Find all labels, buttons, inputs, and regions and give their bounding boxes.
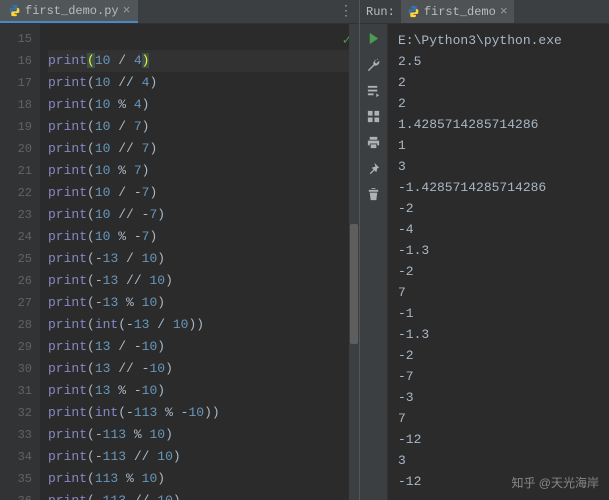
console-line: 1 bbox=[398, 135, 599, 156]
python-file-icon bbox=[407, 5, 420, 18]
layout-icon[interactable] bbox=[366, 108, 382, 124]
console-line: -1 bbox=[398, 303, 599, 324]
console-line: 7 bbox=[398, 408, 599, 429]
code-line[interactable]: print(-113 // 10) bbox=[48, 490, 351, 500]
pin-icon[interactable] bbox=[366, 160, 382, 176]
tab-file-name: first_demo.py bbox=[25, 4, 119, 18]
step-icon[interactable] bbox=[366, 82, 382, 98]
close-icon[interactable]: × bbox=[123, 3, 131, 18]
code-line[interactable]: print(10 // 4) bbox=[48, 72, 351, 94]
editor-panel: first_demo.py × ⋮ 1516171819202122232425… bbox=[0, 0, 360, 500]
console-line: 2.5 bbox=[398, 51, 599, 72]
line-gutter: 1516171819202122232425262728293031323334… bbox=[0, 24, 40, 500]
scrollbar-thumb[interactable] bbox=[350, 224, 358, 344]
console-line: 2 bbox=[398, 72, 599, 93]
console-line: -2 bbox=[398, 261, 599, 282]
close-icon[interactable]: × bbox=[500, 4, 508, 19]
code-line[interactable]: print(-13 % 10) bbox=[48, 292, 351, 314]
editor-scrollbar[interactable] bbox=[349, 24, 359, 500]
code-line[interactable]: print(10 / -7) bbox=[48, 182, 351, 204]
console-line: 3 bbox=[398, 156, 599, 177]
editor-tab-bar: first_demo.py × ⋮ bbox=[0, 0, 359, 24]
code-line[interactable]: print(13 % -10) bbox=[48, 380, 351, 402]
console-line: -4 bbox=[398, 219, 599, 240]
console-line: -2 bbox=[398, 198, 599, 219]
run-header: Run: first_demo × bbox=[360, 0, 609, 24]
console-output[interactable]: E:\Python3\python.exe2.5221.428571428571… bbox=[388, 24, 609, 500]
code-line[interactable]: print(int(-113 % -10)) bbox=[48, 402, 351, 424]
run-label: Run: bbox=[366, 5, 395, 19]
console-line: E:\Python3\python.exe bbox=[398, 30, 599, 51]
watermark: 知乎 @天光海岸 bbox=[511, 473, 599, 494]
tab-overflow-icon[interactable]: ⋮ bbox=[333, 3, 359, 20]
run-config-tab[interactable]: first_demo × bbox=[401, 0, 514, 23]
editor-tab[interactable]: first_demo.py × bbox=[0, 0, 138, 23]
console-line: -1.4285714285714286 bbox=[398, 177, 599, 198]
console-line: -1.3 bbox=[398, 324, 599, 345]
code-line[interactable]: print(10 / 4) bbox=[48, 50, 351, 72]
run-config-name: first_demo bbox=[424, 5, 496, 19]
code-line[interactable]: print(-13 / 10) bbox=[48, 248, 351, 270]
python-file-icon bbox=[8, 4, 21, 17]
wrench-icon[interactable] bbox=[366, 56, 382, 72]
console-line: -12 bbox=[398, 429, 599, 450]
code-line[interactable] bbox=[48, 28, 351, 50]
console-line: -2 bbox=[398, 345, 599, 366]
code-line[interactable]: print(10 % 4) bbox=[48, 94, 351, 116]
code-line[interactable]: print(-113 % 10) bbox=[48, 424, 351, 446]
console-line: 3 bbox=[398, 450, 599, 471]
console-line: -7 bbox=[398, 366, 599, 387]
run-icon[interactable] bbox=[366, 30, 382, 46]
code-content[interactable]: print(10 / 4)print(10 // 4)print(10 % 4)… bbox=[40, 24, 359, 500]
code-line[interactable]: print(-13 // 10) bbox=[48, 270, 351, 292]
trash-icon[interactable] bbox=[366, 186, 382, 202]
console-line: 1.4285714285714286 bbox=[398, 114, 599, 135]
code-editor[interactable]: 1516171819202122232425262728293031323334… bbox=[0, 24, 359, 500]
console-line: -3 bbox=[398, 387, 599, 408]
console-line: 7 bbox=[398, 282, 599, 303]
run-toolbar bbox=[360, 24, 388, 500]
code-line[interactable]: print(10 / 7) bbox=[48, 116, 351, 138]
print-icon[interactable] bbox=[366, 134, 382, 150]
console-line: 2 bbox=[398, 93, 599, 114]
console-line: -1.3 bbox=[398, 240, 599, 261]
code-line[interactable]: print(13 / -10) bbox=[48, 336, 351, 358]
code-line[interactable]: print(10 // -7) bbox=[48, 204, 351, 226]
code-line[interactable]: print(113 % 10) bbox=[48, 468, 351, 490]
code-line[interactable]: print(13 // -10) bbox=[48, 358, 351, 380]
run-panel: Run: first_demo × E:\Python3\python.exe bbox=[360, 0, 609, 500]
code-line[interactable]: print(int(-13 / 10)) bbox=[48, 314, 351, 336]
code-line[interactable]: print(-113 // 10) bbox=[48, 446, 351, 468]
code-line[interactable]: print(10 // 7) bbox=[48, 138, 351, 160]
code-line[interactable]: print(10 % -7) bbox=[48, 226, 351, 248]
code-line[interactable]: print(10 % 7) bbox=[48, 160, 351, 182]
